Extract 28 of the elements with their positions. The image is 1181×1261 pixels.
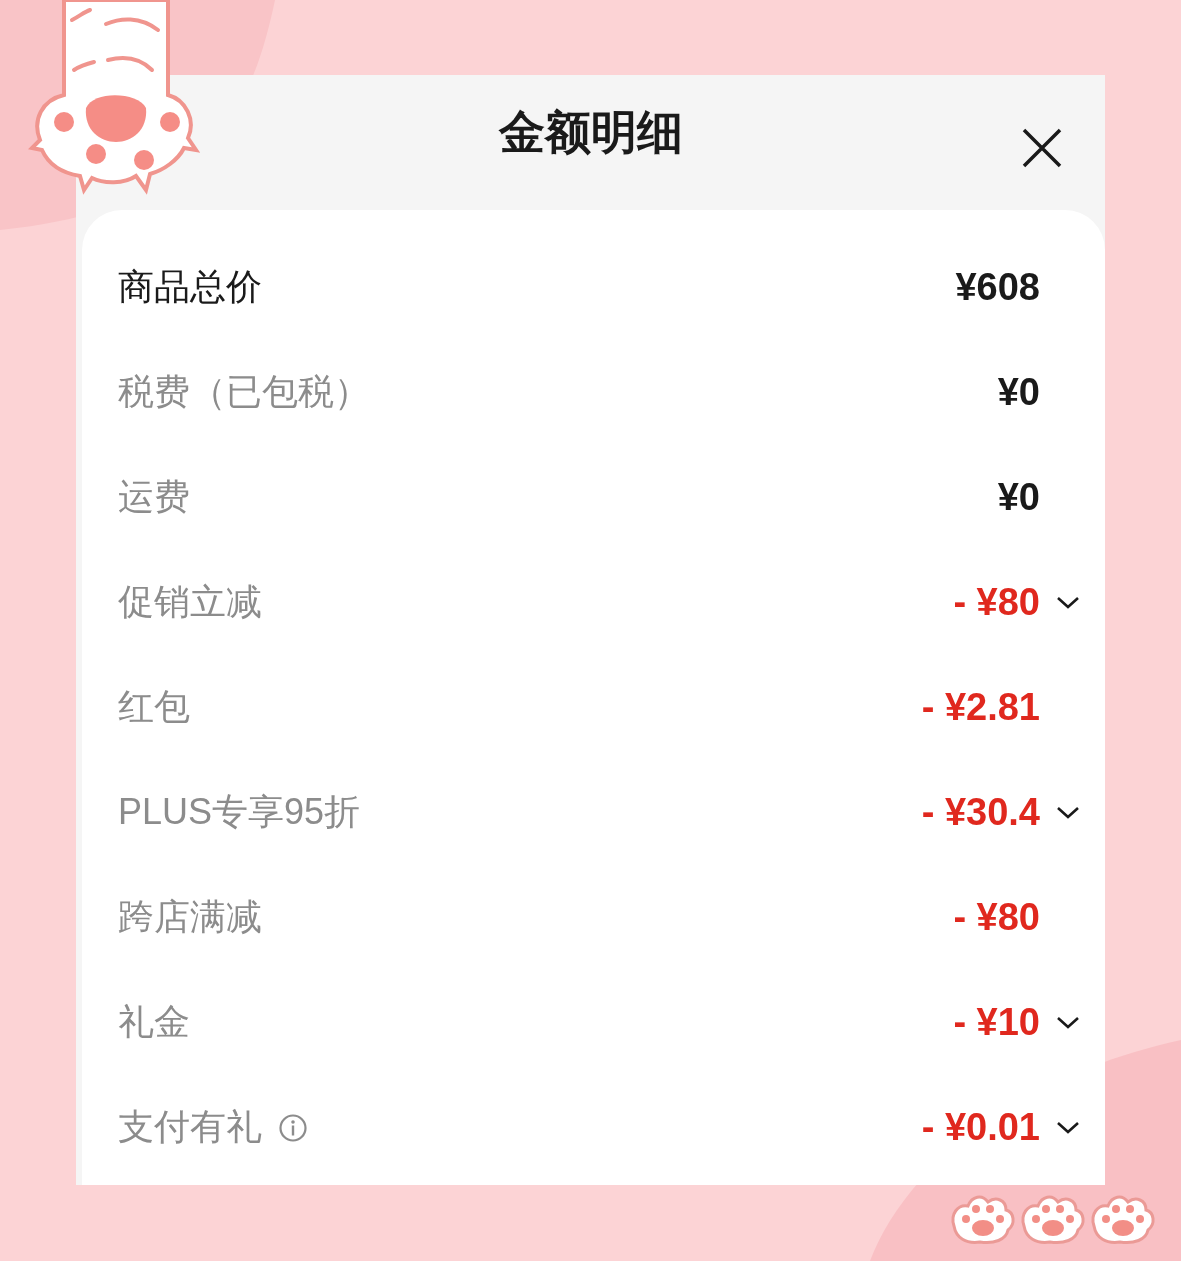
row-label: 跨店满减 xyxy=(118,895,262,939)
row-label: 礼金 xyxy=(118,1000,190,1044)
amount-value: - ¥0.01 xyxy=(921,1106,1040,1149)
amount-value: - ¥10 xyxy=(953,1001,1040,1044)
row-label: 商品总价 xyxy=(118,265,262,309)
chevron-down-icon[interactable] xyxy=(1056,595,1080,610)
paw-icon xyxy=(1091,1195,1155,1244)
row-label: 运费 xyxy=(118,475,190,519)
close-icon[interactable] xyxy=(1021,127,1063,169)
row-label: 支付有礼 xyxy=(118,1105,262,1149)
amount-value: ¥608 xyxy=(955,266,1040,309)
chevron-down-icon[interactable] xyxy=(1056,1015,1080,1030)
row-label: 红包 xyxy=(118,685,190,729)
amount-value: - ¥80 xyxy=(953,581,1040,624)
paw-icon xyxy=(951,1195,1015,1244)
amount-value: ¥0 xyxy=(997,476,1040,519)
chevron-down-icon[interactable] xyxy=(1056,1120,1080,1135)
amount-value: ¥0 xyxy=(997,371,1040,414)
row-label: PLUS专享95折 xyxy=(118,790,361,834)
dialog-title: 金额明细 xyxy=(498,104,683,160)
amount-value: - ¥80 xyxy=(953,896,1040,939)
chevron-down-icon[interactable] xyxy=(1056,805,1080,820)
amount-value: - ¥30.4 xyxy=(921,791,1040,834)
paw-icon xyxy=(1021,1195,1085,1244)
info-icon[interactable] xyxy=(278,1112,308,1143)
row-label: 促销立减 xyxy=(118,580,262,624)
row-label: 税费（已包税） xyxy=(118,370,370,414)
amount-value: - ¥2.81 xyxy=(921,686,1040,729)
